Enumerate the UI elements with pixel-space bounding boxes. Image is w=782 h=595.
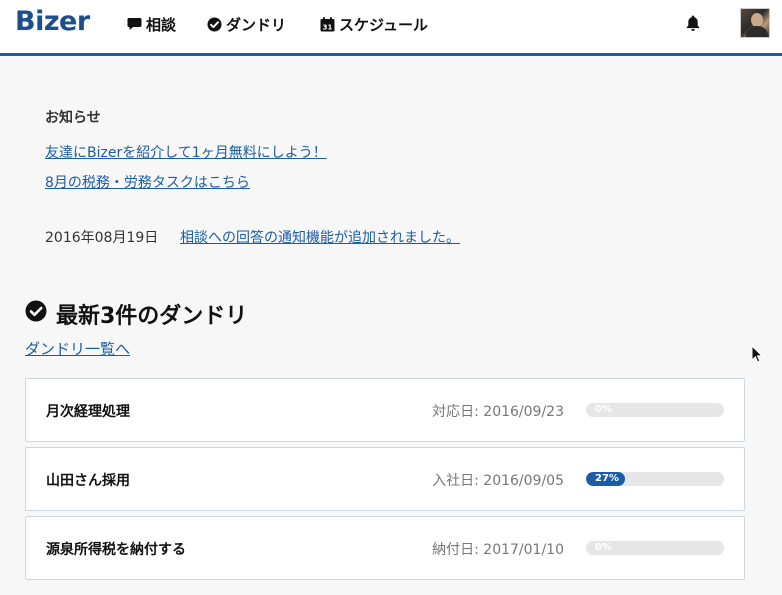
nav-dandori[interactable]: ダンドリ xyxy=(207,14,286,34)
nav-label: 相談 xyxy=(146,15,177,34)
top-header: Bizer 相談 ダンドリ 31 スケジュール xyxy=(0,0,782,56)
progress-bar: 0% xyxy=(586,541,724,555)
check-circle-icon xyxy=(207,17,222,32)
card-date: 入社日: 2016/09/05 xyxy=(432,473,564,489)
dandori-card[interactable]: 月次経理処理 対応日: 2016/09/23 0% xyxy=(25,378,745,442)
progress-label: 27% xyxy=(595,473,619,484)
news-heading: お知らせ xyxy=(45,110,101,126)
update-date: 2016年08月19日 xyxy=(45,230,159,246)
progress-label: 0% xyxy=(595,542,612,553)
section-title-text: 最新3件のダンドリ xyxy=(56,304,248,329)
progress-label: 0% xyxy=(595,404,612,415)
card-title: 山田さん採用 xyxy=(46,473,130,489)
card-date: 対応日: 2016/09/23 xyxy=(432,404,564,420)
bell-icon[interactable] xyxy=(684,14,702,36)
news-link-referral[interactable]: 友達にBizerを紹介して1ヶ月無料にしよう！ xyxy=(45,142,327,162)
avatar-face xyxy=(751,13,763,27)
svg-text:31: 31 xyxy=(323,23,333,31)
progress-bar: 27% xyxy=(586,472,724,486)
update-link[interactable]: 相談への回答の通知機能が追加されました。 xyxy=(180,227,460,247)
calendar-icon: 31 xyxy=(320,16,335,32)
speech-bubble-icon xyxy=(127,17,142,31)
card-title: 源泉所得税を納付する xyxy=(46,542,186,558)
card-date: 納付日: 2017/01/10 xyxy=(432,542,564,558)
nav-soudan[interactable]: 相談 xyxy=(127,14,176,34)
nav-schedule[interactable]: 31 スケジュール xyxy=(320,14,428,34)
bizer-logo[interactable]: Bizer xyxy=(15,6,90,37)
avatar-body xyxy=(746,26,768,37)
dandori-list-link[interactable]: ダンドリ一覧へ xyxy=(25,338,130,359)
dandori-card[interactable]: 山田さん採用 入社日: 2016/09/05 27% xyxy=(25,447,745,511)
progress-bar: 0% xyxy=(586,403,724,417)
nav-label: ダンドリ xyxy=(226,15,287,34)
mouse-cursor-icon xyxy=(751,344,764,367)
dandori-card[interactable]: 源泉所得税を納付する 納付日: 2017/01/10 0% xyxy=(25,516,745,580)
dandori-section-title: 最新3件のダンドリ xyxy=(25,298,247,330)
check-circle-icon xyxy=(25,300,47,328)
nav-label: スケジュール xyxy=(339,15,428,34)
card-title: 月次経理処理 xyxy=(46,404,130,420)
news-link-august-tasks[interactable]: 8月の税務・労務タスクはこちら xyxy=(45,172,250,192)
user-avatar[interactable] xyxy=(740,8,770,38)
